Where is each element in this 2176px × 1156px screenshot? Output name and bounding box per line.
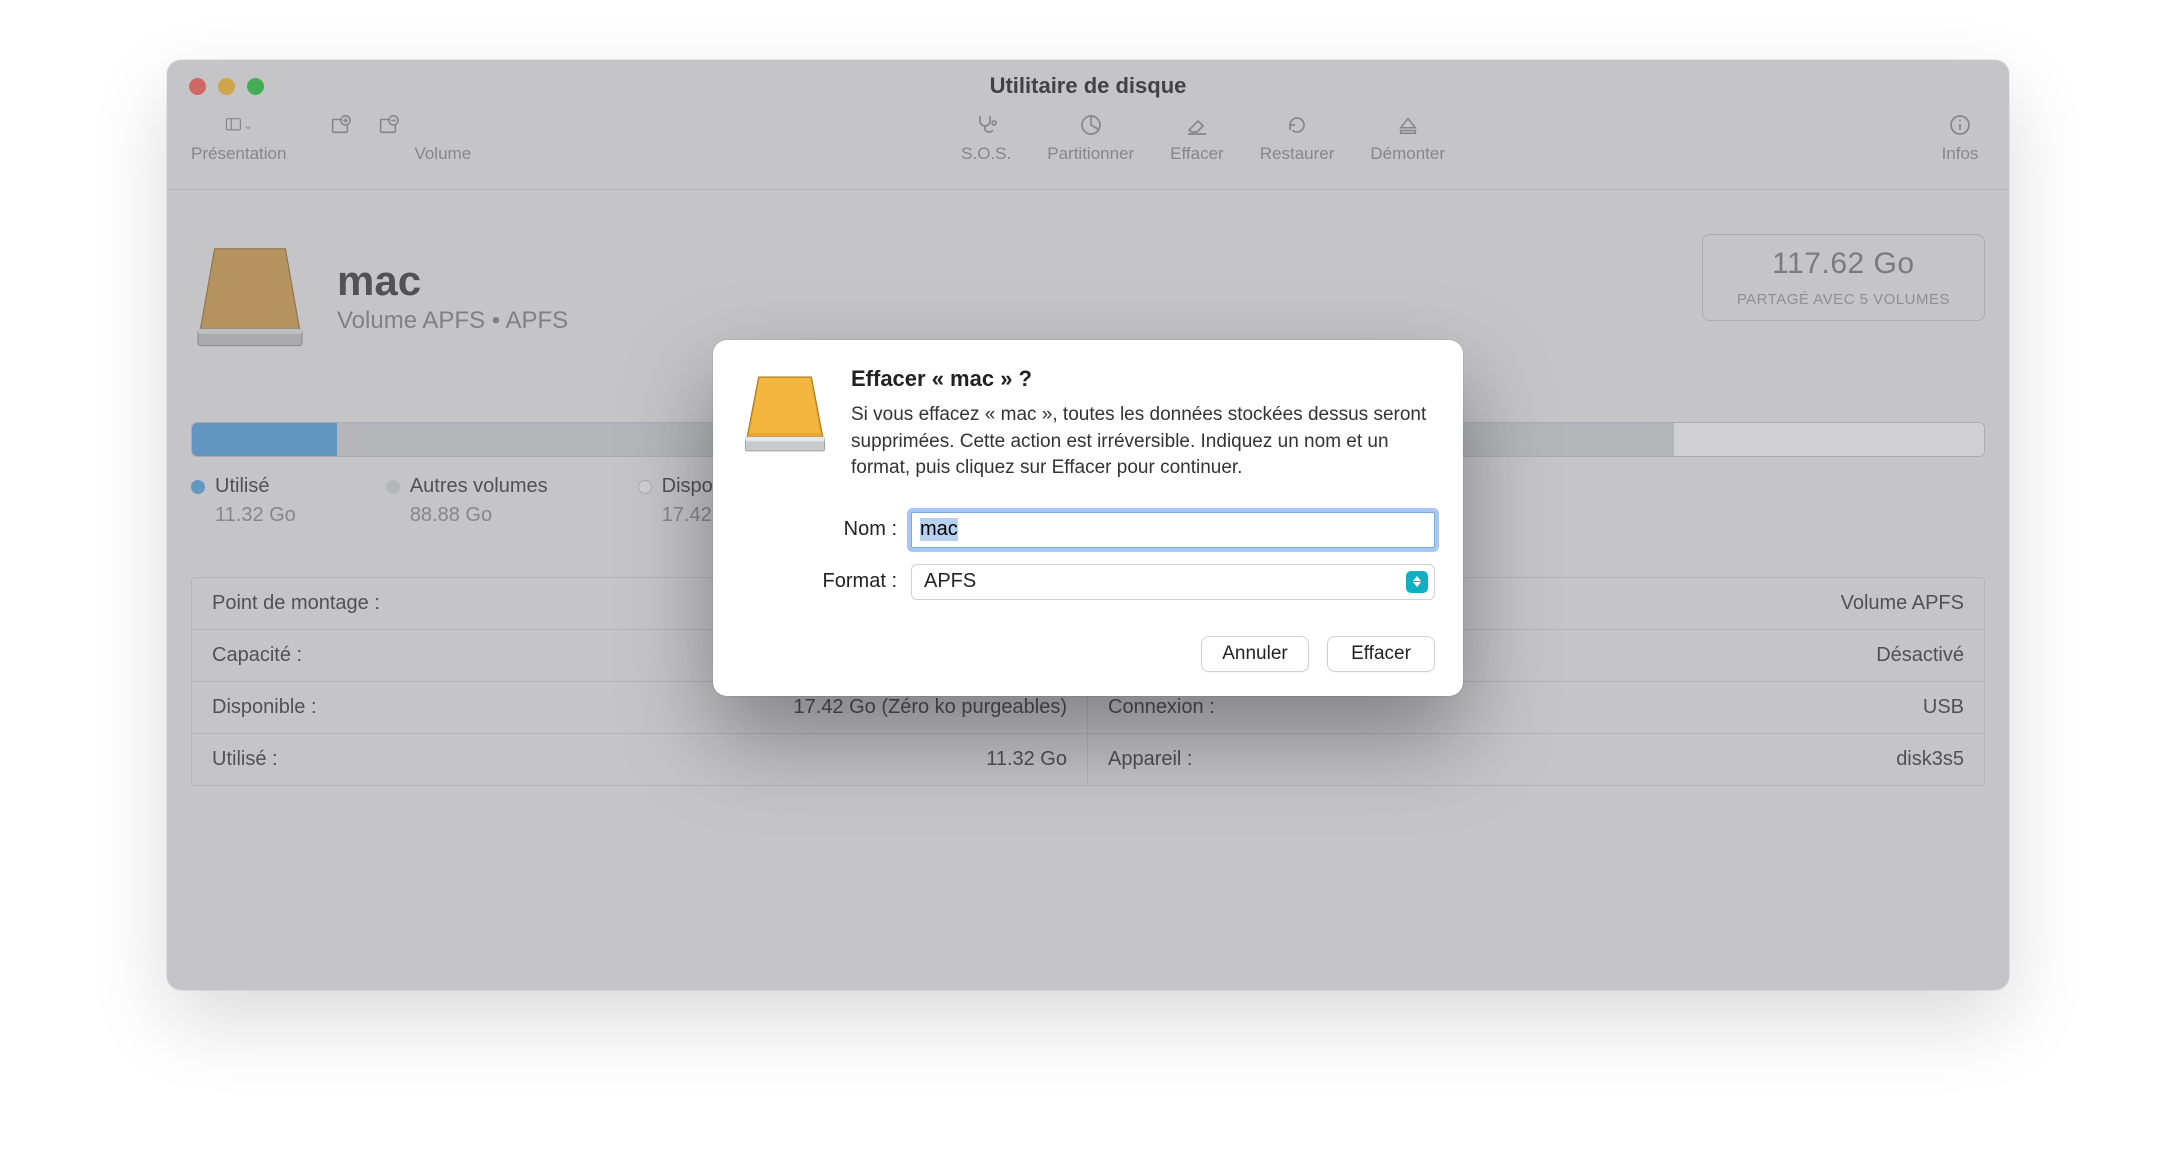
toolbar-volume-add[interactable]: [326, 112, 354, 164]
capacity-value: 117.62 Go: [1737, 247, 1950, 281]
legend-other: Autres volumes 88.88 Go: [386, 475, 548, 527]
legend-value: 11.32 Go: [215, 504, 296, 527]
chevron-updown-icon: [1406, 571, 1428, 593]
drive-icon: [741, 368, 829, 460]
legend-dot-icon: [191, 480, 205, 494]
legend-label: Autres volumes: [410, 475, 548, 498]
toolbar-erase[interactable]: Effacer: [1170, 112, 1224, 164]
info-value: disk3s5: [1896, 748, 1964, 771]
window-title: Utilitaire de disque: [167, 73, 2009, 99]
cancel-button[interactable]: Annuler: [1201, 636, 1309, 672]
name-label: Nom :: [741, 518, 911, 541]
info-value: Désactivé: [1876, 644, 1964, 667]
toolbar-label: Effacer: [1170, 144, 1224, 164]
window-controls: [189, 78, 264, 95]
toolbar-info[interactable]: Infos: [1935, 112, 1985, 164]
table-row: Appareil : disk3s5: [1088, 734, 1984, 785]
dialog-form: Nom : Format : APFS: [741, 512, 1435, 600]
toolbar-label: S.O.S.: [961, 144, 1011, 164]
restore-icon: [1283, 112, 1311, 138]
info-label: Utilisé :: [212, 748, 278, 771]
sidebar-icon: ⌄: [225, 112, 253, 138]
stethoscope-icon: [972, 112, 1000, 138]
legend-dot-icon: [638, 480, 652, 494]
close-button[interactable]: [189, 78, 206, 95]
info-value: Volume APFS: [1841, 592, 1964, 615]
info-label: Appareil :: [1108, 748, 1193, 771]
volume-minus-icon: [374, 112, 402, 138]
volume-name: mac: [337, 257, 568, 305]
info-value: 11.32 Go: [986, 748, 1067, 771]
toolbar-unmount[interactable]: Démonter: [1370, 112, 1445, 164]
name-field[interactable]: [911, 512, 1435, 548]
table-row: Utilisé : 11.32 Go: [192, 734, 1088, 785]
dialog-description: Si vous effacez « mac », toutes les donn…: [851, 402, 1435, 482]
toolbar-label: Partitionner: [1047, 144, 1134, 164]
drive-icon: [191, 236, 309, 356]
piechart-icon: [1077, 112, 1105, 138]
legend-label: Utilisé: [215, 475, 269, 498]
capacity-box: 117.62 Go PARTAGÉ AVEC 5 VOLUMES: [1702, 234, 1985, 321]
info-label: Connexion :: [1108, 696, 1215, 719]
info-value: USB: [1923, 696, 1964, 719]
format-label: Format :: [741, 570, 911, 593]
format-selected-value: APFS: [924, 570, 976, 593]
usage-segment-free: [1674, 423, 1984, 456]
info-label: Point de montage :: [212, 592, 380, 615]
toolbar-partition[interactable]: Partitionner: [1047, 112, 1134, 164]
toolbar-volume-remove[interactable]: [374, 112, 402, 164]
eraser-icon: [1183, 112, 1211, 138]
capacity-subtitle: PARTAGÉ AVEC 5 VOLUMES: [1737, 291, 1950, 308]
toolbar-label: Infos: [1942, 144, 1979, 164]
toolbar-presentation[interactable]: ⌄ Présentation: [191, 112, 286, 164]
maximize-button[interactable]: [247, 78, 264, 95]
toolbar-label: Volume: [414, 144, 471, 164]
info-icon: [1946, 112, 1974, 138]
info-label: Disponible :: [212, 696, 317, 719]
legend-used: Utilisé 11.32 Go: [191, 475, 296, 527]
info-label: Capacité :: [212, 644, 302, 667]
toolbar-label: Démonter: [1370, 144, 1445, 164]
legend-dot-icon: [386, 480, 400, 494]
titlebar: Utilitaire de disque: [167, 60, 2009, 112]
volume-plus-icon: [326, 112, 354, 138]
minimize-button[interactable]: [218, 78, 235, 95]
format-select[interactable]: APFS: [911, 564, 1435, 600]
toolbar-firstaid[interactable]: S.O.S.: [961, 112, 1011, 164]
toolbar-volume-label-wrap: Volume: [414, 112, 471, 164]
erase-button[interactable]: Effacer: [1327, 636, 1435, 672]
toolbar-restore[interactable]: Restaurer: [1260, 112, 1335, 164]
toolbar-label: Présentation: [191, 144, 286, 164]
toolbar-label: Restaurer: [1260, 144, 1335, 164]
legend-value: 88.88 Go: [410, 504, 548, 527]
disk-utility-window: Utilitaire de disque ⌄ Présentation Volu…: [167, 60, 2009, 990]
usage-segment-used: [192, 423, 337, 456]
dialog-title: Effacer « mac » ?: [851, 366, 1435, 392]
eject-icon: [1394, 112, 1422, 138]
erase-dialog: Effacer « mac » ? Si vous effacez « mac …: [713, 340, 1463, 696]
info-value: 17.42 Go (Zéro ko purgeables): [794, 696, 1068, 719]
volume-subtitle: Volume APFS • APFS: [337, 307, 568, 335]
toolbar: ⌄ Présentation Volume S.O.S.: [167, 112, 2009, 190]
